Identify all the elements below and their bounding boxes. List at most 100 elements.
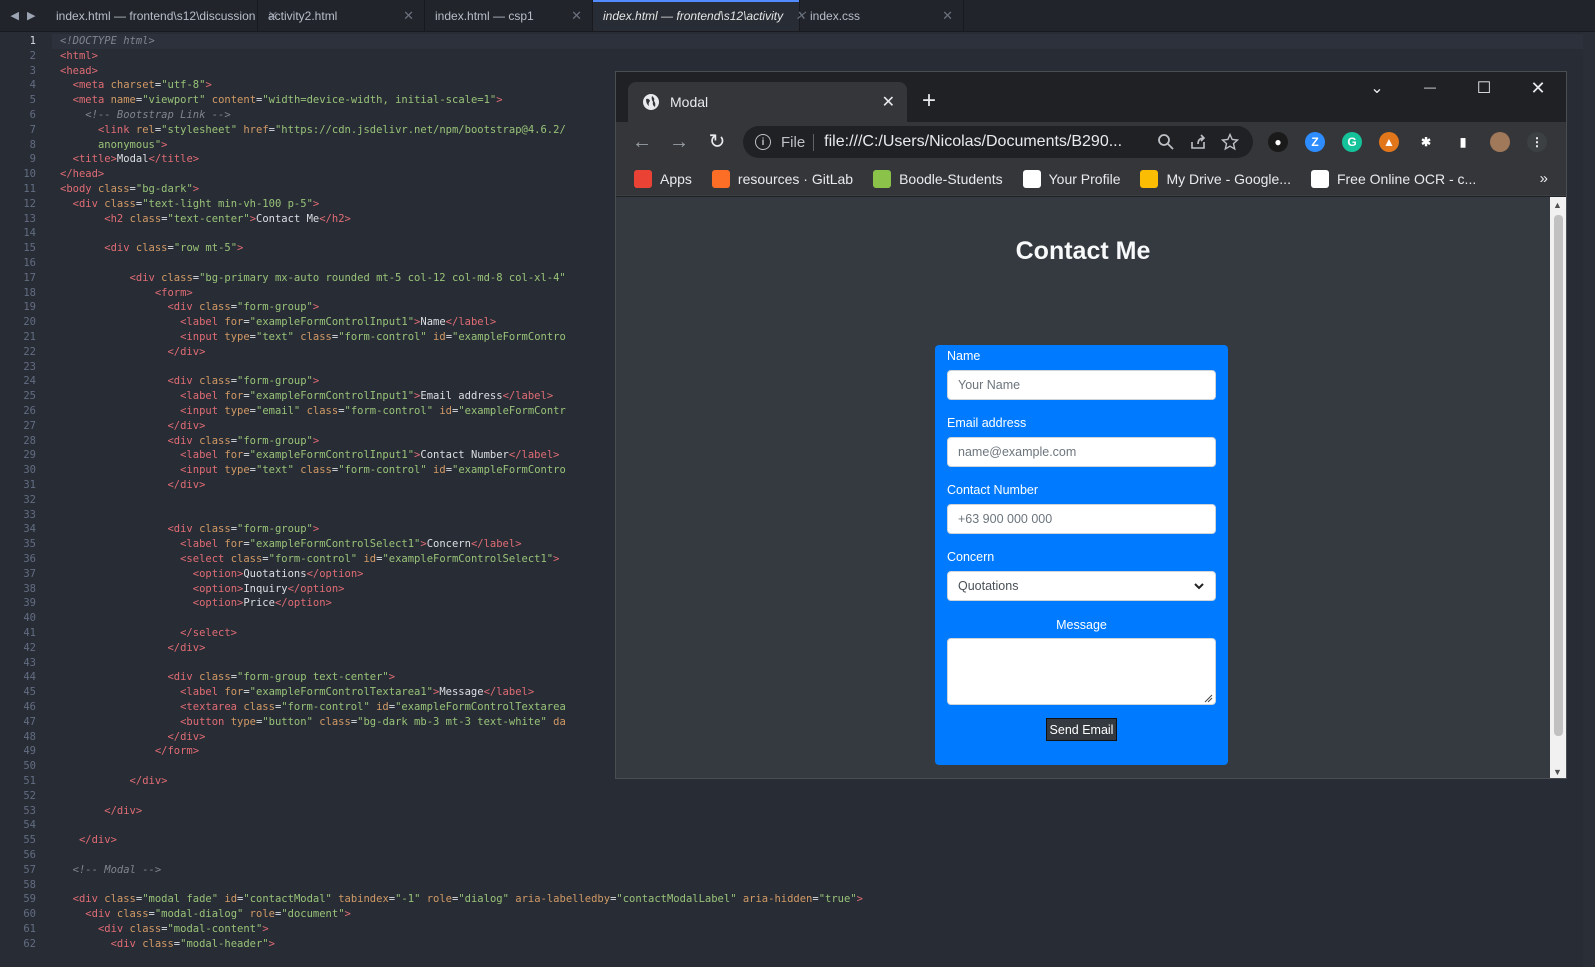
code-line[interactable]: <select class="form-control" id="example… bbox=[60, 552, 559, 567]
menu-kebab-icon[interactable]: ⋮ bbox=[1527, 132, 1547, 152]
code-line[interactable]: <input type="email" class="form-control"… bbox=[60, 404, 566, 419]
share-icon[interactable] bbox=[1189, 133, 1207, 151]
bookmark-item[interactable]: resources · GitLab bbox=[711, 169, 853, 188]
code-line[interactable]: </div> bbox=[60, 345, 205, 360]
side-panel-icon[interactable]: ▮ bbox=[1453, 132, 1473, 152]
bookmarks-more-icon[interactable]: » bbox=[1540, 170, 1548, 187]
code-line[interactable]: <!-- Modal --> bbox=[60, 863, 162, 878]
code-line[interactable]: <!DOCTYPE html> bbox=[52, 34, 1595, 49]
zoom-extension-icon[interactable]: Z bbox=[1305, 132, 1325, 152]
forward-icon[interactable]: → bbox=[667, 130, 691, 154]
back-icon[interactable]: ← bbox=[630, 130, 654, 154]
code-line[interactable]: <label for="exampleFormControlSelect1">C… bbox=[60, 537, 521, 552]
code-line[interactable]: </div> bbox=[60, 804, 142, 819]
message-textarea[interactable] bbox=[947, 638, 1216, 705]
code-line[interactable]: <div class="form-group"> bbox=[60, 374, 319, 389]
code-line[interactable]: </div> bbox=[60, 730, 205, 745]
bookmark-item[interactable]: Apps bbox=[634, 169, 692, 188]
code-line[interactable]: </head> bbox=[60, 167, 104, 182]
close-tab-icon[interactable]: ✕ bbox=[942, 8, 953, 24]
email-input[interactable]: name@example.com bbox=[947, 437, 1216, 467]
code-line[interactable]: <textarea class="form-control" id="examp… bbox=[60, 700, 566, 715]
code-line[interactable]: <h2 class="text-center">Contact Me</h2> bbox=[60, 212, 351, 227]
editor-tab-3[interactable]: index.html — csp1 ✕ bbox=[425, 0, 593, 31]
scroll-thumb[interactable] bbox=[1554, 215, 1563, 736]
code-line[interactable]: <div class="form-group"> bbox=[60, 434, 319, 449]
close-tab-icon[interactable]: ✕ bbox=[571, 8, 582, 24]
code-line[interactable]: <input type="text" class="form-control" … bbox=[60, 463, 566, 478]
code-line[interactable]: anonymous"> bbox=[60, 138, 168, 153]
code-line[interactable]: </div> bbox=[60, 419, 205, 434]
code-line[interactable]: </form> bbox=[60, 744, 199, 759]
code-line[interactable]: <head> bbox=[60, 64, 98, 79]
scroll-up-icon[interactable]: ▲ bbox=[1553, 200, 1562, 210]
code-line[interactable]: <meta name="viewport" content="width=dev… bbox=[60, 93, 503, 108]
bookmark-item[interactable]: Free Online OCR - c... bbox=[1310, 169, 1476, 188]
code-line[interactable]: <div class="modal-content"> bbox=[60, 922, 269, 937]
code-line[interactable]: <option>Quotations</option> bbox=[60, 567, 364, 582]
editor-tab-1[interactable]: index.html — frontend\s12\discussion ✕ bbox=[46, 0, 278, 31]
code-line[interactable]: <title>Modal</title> bbox=[60, 152, 199, 167]
editor-scrollbar[interactable] bbox=[1583, 32, 1595, 967]
editor-tab-2[interactable]: activity2.html ✕ bbox=[258, 0, 425, 31]
code-line[interactable]: </select> bbox=[60, 626, 237, 641]
name-input[interactable]: Your Name bbox=[947, 370, 1216, 400]
code-line[interactable]: <input type="text" class="form-control" … bbox=[60, 330, 566, 345]
tab-forward-icon[interactable]: ▶ bbox=[27, 9, 35, 22]
code-line[interactable]: <html> bbox=[60, 49, 98, 64]
code-line[interactable]: <form> bbox=[60, 286, 193, 301]
bookmark-star-icon[interactable] bbox=[1221, 133, 1239, 151]
metamask-icon[interactable]: ▲ bbox=[1379, 132, 1399, 152]
close-tab-icon[interactable]: ✕ bbox=[403, 8, 414, 24]
minimize-icon[interactable]: — bbox=[1410, 80, 1450, 94]
code-line[interactable]: <option>Price</option> bbox=[60, 596, 332, 611]
grammarly-icon[interactable]: G bbox=[1342, 132, 1362, 152]
concern-select[interactable]: Quotations bbox=[947, 571, 1216, 601]
tab-search-icon[interactable]: ⌄ bbox=[1357, 78, 1397, 98]
code-line[interactable]: </div> bbox=[60, 478, 205, 493]
puzzle-extensions-icon[interactable]: ✱ bbox=[1416, 132, 1436, 152]
bookmark-item[interactable]: Your Profile bbox=[1022, 169, 1120, 188]
editor-tab-5[interactable]: index.css ✕ bbox=[800, 0, 964, 31]
code-line[interactable]: <label for="exampleFormControlInput1">Co… bbox=[60, 448, 559, 463]
code-line[interactable]: <div class="row mt-5"> bbox=[60, 241, 243, 256]
code-line[interactable]: </div> bbox=[60, 774, 168, 789]
code-line[interactable]: <div class="form-group text-center"> bbox=[60, 670, 395, 685]
url-text[interactable]: file:///C:/Users/Nicolas/Documents/B290.… bbox=[824, 133, 1157, 151]
incognito-extension-icon[interactable]: ● bbox=[1268, 132, 1288, 152]
resize-handle-icon[interactable] bbox=[1203, 693, 1213, 703]
close-window-icon[interactable]: ✕ bbox=[1518, 78, 1558, 99]
code-line[interactable]: <div class="form-group"> bbox=[60, 300, 319, 315]
code-line[interactable]: <label for="exampleFormControlInput1">Na… bbox=[60, 315, 496, 330]
browser-tab-modal[interactable]: Modal ✕ bbox=[628, 82, 907, 122]
contact-number-input[interactable]: +63 900 000 000 bbox=[947, 504, 1216, 534]
code-line[interactable]: <option>Inquiry</option> bbox=[60, 582, 345, 597]
code-line[interactable]: <div class="form-group"> bbox=[60, 522, 319, 537]
site-info-icon[interactable]: i bbox=[755, 134, 771, 150]
code-line[interactable]: <meta charset="utf-8"> bbox=[60, 78, 212, 93]
zoom-icon[interactable] bbox=[1157, 133, 1175, 151]
send-email-button[interactable]: Send Email bbox=[1046, 718, 1117, 741]
code-line[interactable]: <div class="modal-header"> bbox=[60, 937, 275, 952]
maximize-icon[interactable]: ☐ bbox=[1464, 78, 1504, 98]
tab-back-icon[interactable]: ◀ bbox=[11, 9, 19, 22]
code-line[interactable]: <button type="button" class="bg-dark mb-… bbox=[60, 715, 566, 730]
bookmark-item[interactable]: Boodle-Students bbox=[873, 169, 1003, 188]
scroll-down-icon[interactable]: ▼ bbox=[1553, 767, 1562, 777]
code-line[interactable]: <link rel="stylesheet" href="https://cdn… bbox=[60, 123, 566, 138]
code-line[interactable]: <!-- Bootstrap Link --> bbox=[60, 108, 230, 123]
code-line[interactable]: <body class="bg-dark"> bbox=[60, 182, 199, 197]
code-line[interactable]: </div> bbox=[60, 833, 117, 848]
page-scrollbar[interactable]: ▲ ▼ bbox=[1550, 197, 1566, 778]
code-line[interactable]: </div> bbox=[60, 641, 205, 656]
code-line[interactable]: <label for="exampleFormControlTextarea1"… bbox=[60, 685, 534, 700]
profile-avatar-icon[interactable] bbox=[1490, 132, 1510, 152]
close-tab-icon[interactable]: ✕ bbox=[882, 92, 895, 112]
address-bar[interactable]: i File file:///C:/Users/Nicolas/Document… bbox=[743, 126, 1253, 158]
editor-tab-4[interactable]: index.html — frontend\s12\activity ✕ bbox=[593, 0, 806, 31]
new-tab-icon[interactable]: + bbox=[922, 89, 936, 113]
code-line[interactable]: <div class="text-light min-vh-100 p-5"> bbox=[60, 197, 320, 212]
reload-icon[interactable]: ↻ bbox=[705, 130, 729, 154]
code-line[interactable]: <div class="modal-dialog" role="document… bbox=[60, 907, 351, 922]
bookmark-item[interactable]: My Drive - Google... bbox=[1140, 169, 1291, 188]
